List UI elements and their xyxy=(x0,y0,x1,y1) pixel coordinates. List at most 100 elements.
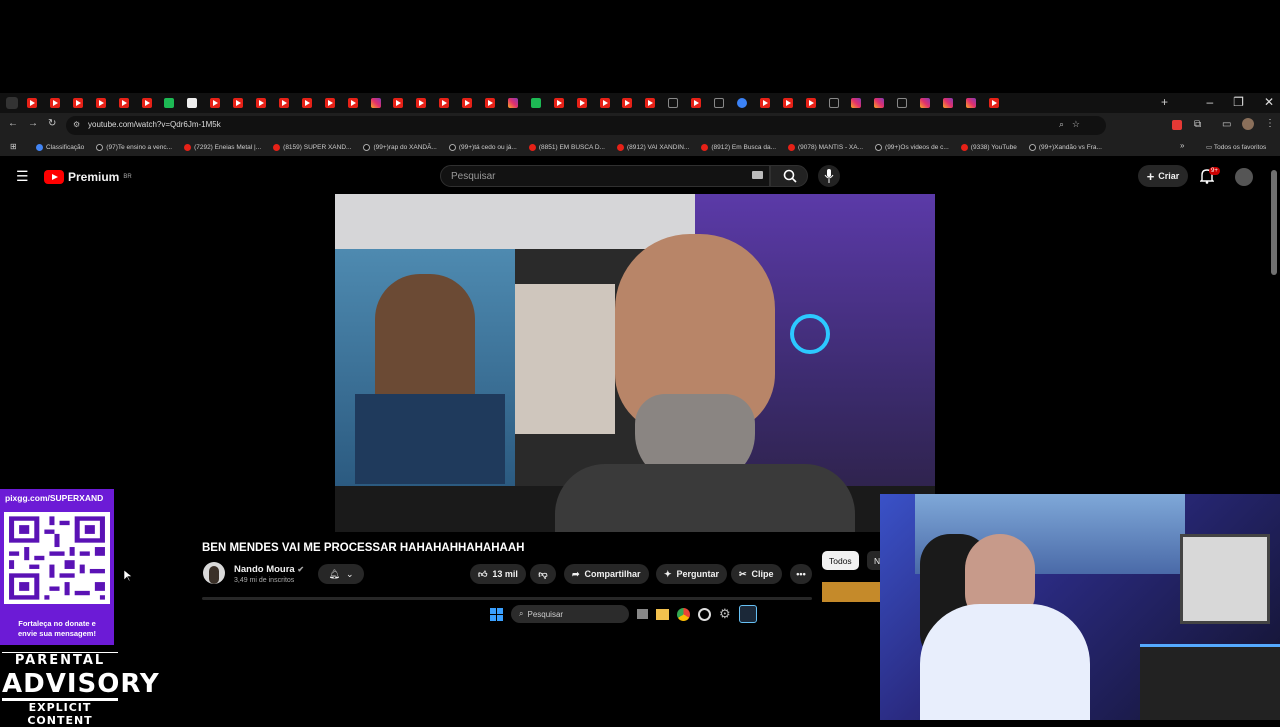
browser-tab[interactable] xyxy=(805,98,816,108)
browser-tab[interactable] xyxy=(714,98,724,108)
video-player[interactable] xyxy=(335,194,935,532)
browser-tab[interactable] xyxy=(920,98,931,108)
browser-tab[interactable] xyxy=(347,98,358,108)
sidebar-icon[interactable]: ▭ xyxy=(1222,119,1231,130)
extensions-puzzle-icon[interactable]: ⧉ xyxy=(1194,119,1201,130)
apps-grid-icon[interactable]: ⊞ xyxy=(10,142,17,151)
bookmark-item[interactable]: Classificação xyxy=(36,143,84,151)
back-icon[interactable]: ← xyxy=(8,118,18,129)
bookmark-item[interactable]: (99+)rap do XANDÃ... xyxy=(363,143,437,151)
dislike-button[interactable]: 👎︎ xyxy=(530,564,556,584)
voice-search-button[interactable] xyxy=(818,165,840,187)
extension-icon[interactable] xyxy=(1172,120,1182,130)
browser-tab[interactable] xyxy=(95,98,106,108)
bookmark-item[interactable]: (7292) Eneias Metal |... xyxy=(184,143,261,151)
windows-start-icon[interactable] xyxy=(490,607,503,621)
browser-tab[interactable] xyxy=(576,98,587,108)
browser-tab[interactable] xyxy=(416,98,427,108)
keyboard-icon[interactable] xyxy=(752,171,763,179)
steam-icon[interactable] xyxy=(738,605,757,623)
browser-tab[interactable] xyxy=(278,98,289,108)
subscribed-button[interactable]: 🔔︎ ⌄ xyxy=(318,564,364,584)
browser-tab[interactable] xyxy=(256,98,266,108)
more-bookmarks-icon[interactable]: » xyxy=(1180,141,1184,150)
account-avatar[interactable] xyxy=(1235,168,1253,186)
chrome-icon[interactable] xyxy=(677,607,690,621)
app-icon[interactable] xyxy=(698,607,711,621)
browser-tab[interactable] xyxy=(187,98,198,108)
close-window-icon[interactable]: ✕ xyxy=(1264,95,1274,109)
browser-tab[interactable] xyxy=(668,98,679,108)
bookmark-item[interactable]: (97)Te ensino a venc... xyxy=(96,143,172,151)
zoom-icon[interactable]: ⌕ xyxy=(1059,119,1064,130)
bookmark-item[interactable]: (99+)tá cedo ou já... xyxy=(448,143,517,151)
browser-tab[interactable] xyxy=(393,98,404,108)
bookmark-item[interactable]: (8912) VAI XANDIN... xyxy=(616,143,689,151)
browser-menu-icon[interactable]: ⋮ xyxy=(1265,118,1275,129)
minimize-icon[interactable]: – xyxy=(1206,95,1213,109)
channel-name[interactable]: Nando Moura ✔ xyxy=(234,564,304,575)
browser-tab[interactable] xyxy=(759,98,770,108)
bookmark-item[interactable]: (8851) EM BUSCA D... xyxy=(528,143,605,151)
bookmark-item[interactable]: (99+)Xandão vs Fra... xyxy=(1028,143,1102,151)
browser-tab[interactable] xyxy=(49,98,60,108)
taskbar-search[interactable]: ⌕ Pesquisar xyxy=(511,605,629,623)
browser-tab[interactable] xyxy=(507,98,518,108)
browser-tab[interactable] xyxy=(164,98,175,108)
youtube-logo[interactable]: Premium BR xyxy=(44,170,132,184)
browser-tab[interactable] xyxy=(897,98,908,108)
browser-tab[interactable] xyxy=(485,98,495,108)
browser-tab[interactable] xyxy=(782,98,793,108)
chip-all[interactable]: Todos xyxy=(822,551,859,570)
browser-tab[interactable] xyxy=(599,98,610,108)
bookmark-item[interactable]: (8159) SUPER XAND... xyxy=(273,143,351,151)
browser-tab[interactable] xyxy=(301,98,312,108)
profile-avatar[interactable] xyxy=(1242,118,1254,130)
search-box[interactable] xyxy=(440,165,770,187)
browser-tab[interactable] xyxy=(462,98,473,108)
ask-button[interactable]: ✦ Perguntar xyxy=(656,564,728,584)
browser-tab[interactable] xyxy=(851,98,862,108)
browser-tab[interactable] xyxy=(736,98,747,108)
task-view-icon[interactable] xyxy=(637,609,648,619)
like-button[interactable]: 👍︎ 13 mil xyxy=(470,564,526,584)
new-tab-icon[interactable]: + xyxy=(1161,95,1168,109)
browser-tab[interactable] xyxy=(691,98,702,108)
address-bar[interactable]: ⚙ youtube.com/watch?v=Qdr6Jm-1M5k ⌕ ☆ xyxy=(66,116,1106,135)
browser-tab[interactable] xyxy=(943,98,953,108)
page-scrollbar[interactable] xyxy=(1271,170,1277,275)
browser-tab[interactable] xyxy=(370,98,381,108)
browser-tab[interactable] xyxy=(324,98,335,108)
browser-tab[interactable] xyxy=(530,98,541,108)
browser-tab[interactable] xyxy=(72,98,83,108)
browser-tab[interactable] xyxy=(965,98,976,108)
browser-tab[interactable] xyxy=(553,98,564,108)
browser-tab[interactable] xyxy=(874,98,885,108)
settings-icon[interactable]: ⚙ xyxy=(719,606,731,622)
search-button[interactable] xyxy=(770,165,808,187)
browser-tab[interactable] xyxy=(141,98,152,108)
browser-tab[interactable] xyxy=(439,98,450,108)
channel-avatar[interactable] xyxy=(203,562,225,584)
browser-tab[interactable] xyxy=(233,98,244,108)
all-bookmarks[interactable]: ▭ Todos os favoritos xyxy=(1206,143,1266,151)
browser-tab[interactable] xyxy=(645,98,656,108)
browser-tab[interactable] xyxy=(118,98,129,108)
bookmark-item[interactable]: (8912) Em Busca da... xyxy=(701,143,776,151)
browser-tab[interactable] xyxy=(828,98,839,108)
clip-button[interactable]: ✂ Clipe xyxy=(731,564,782,584)
site-info-icon[interactable]: ⚙ xyxy=(73,120,80,129)
browser-tab[interactable] xyxy=(622,98,633,108)
bookmark-item[interactable]: (9078) MANTIS - XA... xyxy=(788,143,863,151)
file-explorer-icon[interactable] xyxy=(656,608,669,620)
more-actions-button[interactable]: ••• xyxy=(790,564,812,584)
tab-search-icon[interactable] xyxy=(6,97,18,109)
create-button[interactable]: + Criar xyxy=(1138,165,1188,187)
share-button[interactable]: ➦ Compartilhar xyxy=(564,564,649,584)
reload-icon[interactable]: ↻ xyxy=(48,118,56,129)
search-input[interactable] xyxy=(441,166,769,187)
browser-tab[interactable] xyxy=(988,98,999,108)
bookmark-item[interactable]: (9338) YouTube xyxy=(960,143,1017,151)
maximize-icon[interactable]: ❐ xyxy=(1233,95,1244,109)
recommended-thumbnail[interactable] xyxy=(822,582,880,602)
